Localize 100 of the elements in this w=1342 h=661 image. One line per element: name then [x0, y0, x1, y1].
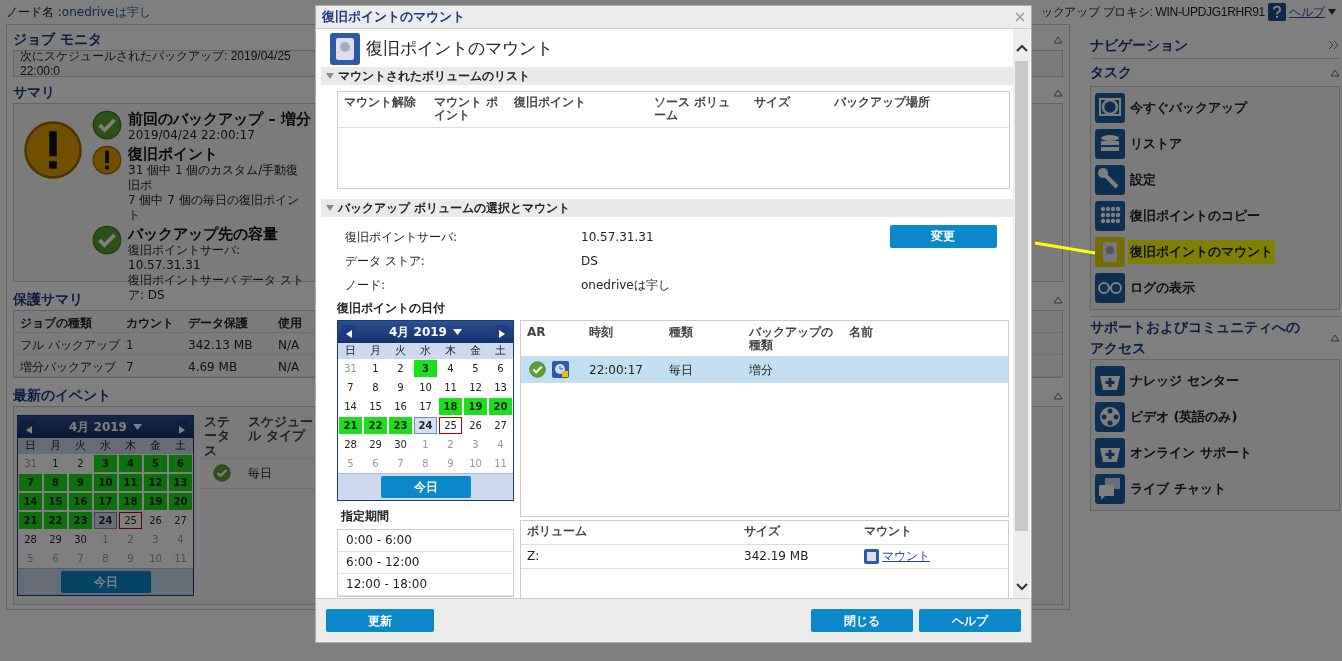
- calendar-day[interactable]: 3: [414, 359, 437, 377]
- task-link[interactable]: 復旧ポイントのコピー: [1128, 204, 1262, 228]
- calendar-day[interactable]: 9: [439, 454, 462, 472]
- mount-link[interactable]: マウント: [882, 547, 930, 566]
- close-button[interactable]: 閉じる: [811, 609, 913, 633]
- calendar-day[interactable]: 9: [389, 378, 412, 396]
- calendar-day[interactable]: 13: [489, 378, 512, 396]
- task-link[interactable]: ログの表示: [1128, 276, 1197, 300]
- calendar-day[interactable]: 1: [44, 455, 67, 472]
- caret-icon[interactable]: [1328, 9, 1336, 15]
- chevron-down-icon[interactable]: [1015, 581, 1028, 592]
- next-month-button[interactable]: [495, 324, 509, 339]
- time-range-item[interactable]: 0:00 - 6:00: [338, 529, 513, 552]
- calendar-day[interactable]: 28: [339, 435, 362, 453]
- calendar-day[interactable]: 2: [439, 435, 462, 453]
- calendar-day[interactable]: 21: [339, 416, 362, 434]
- calendar-day[interactable]: 16: [69, 493, 92, 510]
- calendar-day[interactable]: 12: [464, 378, 487, 396]
- recovery-point-row[interactable]: 22:00:17 毎日 増分: [521, 356, 1008, 383]
- double-chevron-icon[interactable]: [1328, 40, 1340, 50]
- calendar-day[interactable]: 6: [364, 454, 387, 472]
- task-link[interactable]: 今すぐバックアップ: [1128, 96, 1249, 120]
- calendar-day[interactable]: 10: [464, 454, 487, 472]
- calendar-day[interactable]: 22: [44, 512, 67, 529]
- calendar-day[interactable]: 11: [439, 378, 462, 396]
- expand-triangle-icon[interactable]: [325, 203, 335, 212]
- refresh-button[interactable]: 更新: [326, 609, 434, 633]
- help-button[interactable]: ヘルプ: [919, 609, 1021, 633]
- calendar-day[interactable]: 8: [44, 474, 67, 491]
- change-button[interactable]: 変更: [889, 224, 997, 248]
- prev-month-button[interactable]: [22, 420, 36, 434]
- calendar-day[interactable]: 11: [119, 474, 142, 491]
- calendar-day[interactable]: 4: [439, 359, 462, 377]
- calendar-day[interactable]: 25: [119, 512, 142, 529]
- time-range-item[interactable]: 12:00 - 18:00: [338, 573, 513, 596]
- calendar-day[interactable]: 6: [169, 455, 192, 472]
- next-month-button[interactable]: [175, 420, 189, 434]
- help-link[interactable]: ヘルプ: [1289, 3, 1325, 21]
- calendar-day[interactable]: 30: [389, 435, 412, 453]
- calendar-day[interactable]: 15: [364, 397, 387, 415]
- calendar-day[interactable]: 7: [339, 378, 362, 396]
- calendar-day[interactable]: 3: [94, 455, 117, 472]
- support-link[interactable]: ライブ チャット: [1128, 477, 1228, 501]
- calendar-day[interactable]: 19: [464, 397, 487, 415]
- calendar-day[interactable]: 1: [414, 435, 437, 453]
- calendar-day[interactable]: 19: [144, 493, 167, 510]
- prev-month-button[interactable]: [342, 324, 356, 339]
- task-link[interactable]: 設定: [1128, 168, 1158, 192]
- caret-icon[interactable]: [132, 424, 142, 430]
- calendar-day[interactable]: 27: [169, 512, 192, 529]
- calendar-day[interactable]: 2: [389, 359, 412, 377]
- calendar-day[interactable]: 23: [69, 512, 92, 529]
- calendar-day[interactable]: 20: [489, 397, 512, 415]
- calendar-day[interactable]: 2: [69, 455, 92, 472]
- chevron-up-icon[interactable]: [1015, 42, 1028, 53]
- support-link[interactable]: ナレッジ センター: [1128, 369, 1241, 393]
- caret-icon[interactable]: [452, 328, 462, 335]
- calendar-day[interactable]: 5: [339, 454, 362, 472]
- support-link[interactable]: ビデオ (英語のみ): [1128, 405, 1240, 429]
- calendar-day[interactable]: 5: [144, 455, 167, 472]
- calendar-day[interactable]: 12: [144, 474, 167, 491]
- today-button[interactable]: 今日: [380, 475, 471, 498]
- calendar-day[interactable]: 26: [144, 512, 167, 529]
- calendar-day[interactable]: 4: [489, 435, 512, 453]
- calendar-day[interactable]: 10: [414, 378, 437, 396]
- calendar-day[interactable]: 5: [464, 359, 487, 377]
- calendar-day[interactable]: 9: [69, 474, 92, 491]
- calendar-day[interactable]: 26: [464, 416, 487, 434]
- time-range-item[interactable]: 6:00 - 12:00: [338, 551, 513, 574]
- calendar-day[interactable]: 15: [44, 493, 67, 510]
- calendar-day[interactable]: 7: [19, 474, 42, 491]
- calendar-day[interactable]: 21: [19, 512, 42, 529]
- calendar-day[interactable]: 23: [389, 416, 412, 434]
- support-link[interactable]: オンライン サポート: [1128, 441, 1254, 465]
- calendar-day[interactable]: 10: [94, 474, 117, 491]
- calendar-day[interactable]: 29: [364, 435, 387, 453]
- calendar-day[interactable]: 20: [169, 493, 192, 510]
- calendar-day[interactable]: 28: [19, 531, 42, 548]
- help-icon[interactable]: [1268, 3, 1286, 21]
- calendar-day[interactable]: 13: [169, 474, 192, 491]
- calendar-day[interactable]: 4: [119, 455, 142, 472]
- calendar-day[interactable]: 24: [414, 416, 437, 434]
- calendar-day[interactable]: 14: [19, 493, 42, 510]
- calendar-day[interactable]: 8: [414, 454, 437, 472]
- calendar-day[interactable]: 18: [439, 397, 462, 415]
- expand-triangle-icon[interactable]: [325, 71, 335, 80]
- close-icon[interactable]: [1015, 11, 1025, 22]
- calendar-day[interactable]: 25: [439, 416, 462, 434]
- calendar-day[interactable]: 3: [464, 435, 487, 453]
- calendar-day[interactable]: 30: [69, 531, 92, 548]
- calendar-day[interactable]: 1: [364, 359, 387, 377]
- today-button[interactable]: 今日: [60, 571, 151, 593]
- task-link[interactable]: リストア: [1128, 132, 1184, 156]
- calendar-day[interactable]: 27: [489, 416, 512, 434]
- calendar-day[interactable]: 6: [489, 359, 512, 377]
- calendar-day[interactable]: 8: [364, 378, 387, 396]
- scrollbar[interactable]: [1013, 28, 1030, 599]
- calendar-day[interactable]: 31: [339, 359, 362, 377]
- calendar-day[interactable]: 11: [489, 454, 512, 472]
- calendar-day[interactable]: 22: [364, 416, 387, 434]
